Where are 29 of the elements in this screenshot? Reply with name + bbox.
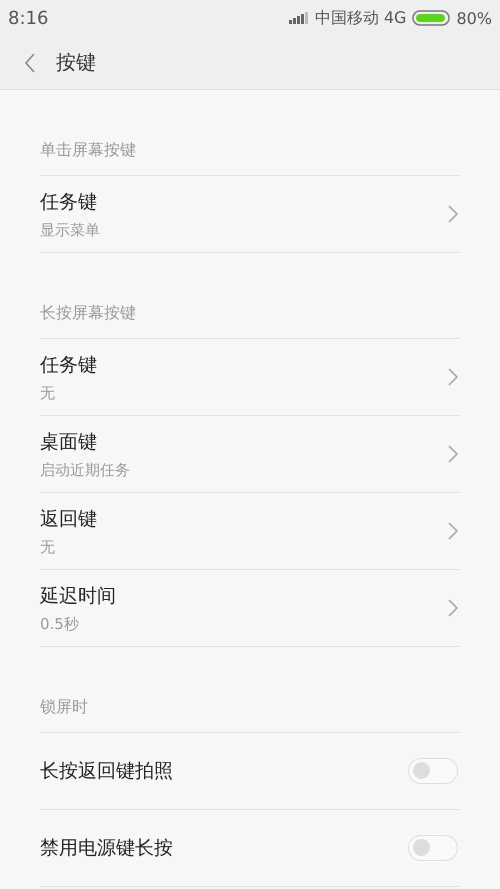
section-header: 长按屏幕按键 <box>40 253 460 339</box>
section-header: 锁屏时 <box>40 647 460 733</box>
setting-label[interactable]: 延迟时间 <box>40 582 116 608</box>
chevron-icon[interactable] <box>448 522 458 540</box>
back-icon[interactable] <box>24 52 36 72</box>
chevron-icon[interactable] <box>448 599 458 617</box>
setting-label[interactable]: 返回键 <box>40 506 97 532</box>
setting-value: 0.5秒 <box>40 614 80 634</box>
toggle-switch[interactable] <box>408 835 458 861</box>
setting-value: 显示菜单 <box>40 220 100 240</box>
setting-label: 长按返回键拍照 <box>40 759 173 784</box>
battery-icon <box>412 10 450 26</box>
setting-value: 启动近期任务 <box>40 460 130 480</box>
status-time: 8:16 <box>8 8 48 28</box>
setting-value: 无 <box>40 384 56 402</box>
signal-icon <box>288 12 309 24</box>
page-title: 按键 <box>56 49 96 76</box>
setting-label: 禁用电源键长按 <box>40 836 173 861</box>
chevron-icon[interactable] <box>448 205 458 223</box>
setting-label[interactable]: 任务键 <box>40 188 100 214</box>
chevron-icon[interactable] <box>448 368 458 386</box>
setting-label[interactable]: 桌面键 <box>40 428 130 454</box>
carrier-label: 中国移动 4G <box>314 8 406 28</box>
toggle-switch[interactable] <box>408 758 458 784</box>
chevron-icon[interactable] <box>448 445 458 463</box>
section-header: 单击屏幕按键 <box>40 90 460 176</box>
battery-percent: 80% <box>456 8 492 28</box>
setting-label[interactable]: 任务键 <box>40 352 97 378</box>
setting-value: 无 <box>40 538 56 556</box>
